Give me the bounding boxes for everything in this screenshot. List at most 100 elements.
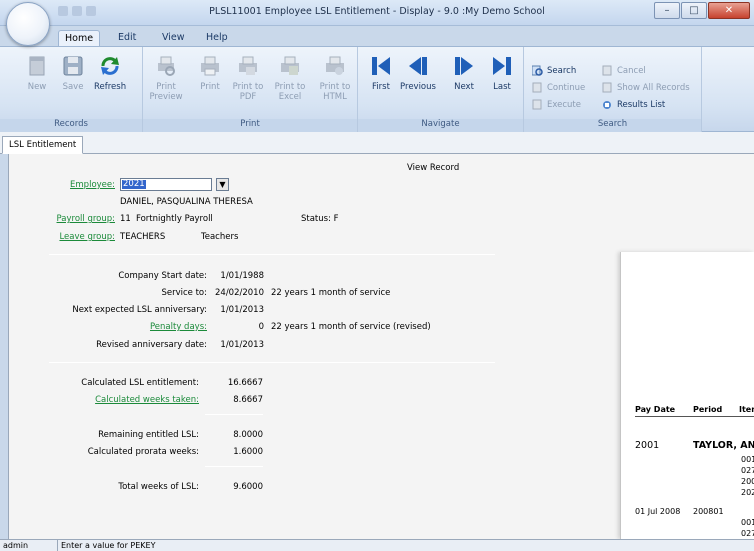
last-label: Last [493,82,511,92]
save-label: Save [62,82,84,92]
minimize-button[interactable]: – [654,2,680,19]
employee-name: DANIEL, PASQUALINA THERESA [120,197,253,207]
employee-label[interactable]: Employee: [29,180,115,190]
application-orb-button[interactable] [6,2,50,46]
employee-input-value: 2021 [122,179,146,189]
print-preview-icon [153,53,179,79]
penalty-days-label[interactable]: Penalty days: [19,322,207,332]
print-pdf-label: Print to PDF [232,82,264,102]
tab-help[interactable]: Help [200,30,234,46]
divider [49,362,495,363]
payroll-group-name: Fortnightly Payroll [136,214,213,224]
report-col-item: Iten [739,405,754,414]
search-group-label: Search [524,119,701,132]
previous-button[interactable]: Previous [400,53,436,92]
previous-record-icon [405,53,431,79]
next-button[interactable]: Next [450,53,478,92]
records-group: New Save Refresh Records [0,47,143,132]
report-code: 027 [741,529,754,538]
last-button[interactable]: Last [488,53,516,92]
tab-edit[interactable]: Edit [112,30,142,46]
print-pdf-button[interactable]: Print to PDF [231,53,265,102]
search-group: Search Continue Execute Cancel Show All … [524,47,702,132]
penalty-note: 22 years 1 month of service (revised) [271,322,431,332]
save-icon [60,53,86,79]
execute-label: Execute [547,99,581,110]
tab-lsl-entitlement[interactable]: LSL Entitlement [2,136,84,154]
pdf-icon [235,53,261,79]
records-group-label: Records [0,119,142,132]
show-all-records-button[interactable]: Show All Records [602,82,690,93]
refresh-label: Refresh [94,82,127,92]
divider [49,254,495,255]
print-group-label: Print [143,119,357,132]
service-to-label: Service to: [161,288,207,298]
report-code: 202 [741,488,754,497]
cancel-button[interactable]: Cancel [602,65,646,76]
next-label: Next [454,82,474,92]
report-emp-code: 2001 [635,440,660,451]
title-bar: PLSL11001 Employee LSL Entitlement - Dis… [0,0,754,26]
print-excel-button[interactable]: Print to Excel [271,53,309,102]
cancel-icon [602,65,613,76]
calc-entitlement-label: Calculated LSL entitlement: [81,378,199,388]
chevron-down-icon: ▼ [219,180,226,189]
execute-icon [532,99,543,110]
continue-icon [532,82,543,93]
next-record-icon [451,53,477,79]
close-button[interactable]: ✕ [708,2,750,19]
status-bar: admin Enter a value for PEKEY [0,539,754,551]
search-label: Search [547,65,577,76]
first-label: First [372,82,390,92]
report-code: 200 [741,477,754,486]
ribbon-tabs: Home Edit View Help [0,26,754,46]
record-mode-label: View Record [407,163,460,173]
remaining-lsl-value: 8.0000 [233,430,263,440]
print-excel-label: Print to Excel [274,82,306,102]
new-button[interactable]: New [24,53,50,92]
total-weeks-value: 9.6000 [233,482,263,492]
leave-group-label[interactable]: Leave group: [29,232,115,242]
first-record-icon [368,53,394,79]
report-col-period: Period [693,405,723,414]
calc-weeks-taken-value: 8.6667 [233,395,263,405]
payroll-group-label[interactable]: Payroll group: [29,214,115,224]
remaining-lsl-label: Remaining entitled LSL: [98,430,199,440]
new-icon [24,53,50,79]
prorata-weeks-value: 1.6000 [233,447,263,457]
refresh-button[interactable]: Refresh [94,53,126,92]
report-code: 001 [741,518,754,527]
report-code: 001 [741,455,754,464]
search-button[interactable]: Search [531,65,577,76]
print-button[interactable]: Print [195,53,225,92]
continue-button[interactable]: Continue [532,82,585,93]
calc-entitlement-value: 16.6667 [227,378,263,388]
excel-icon [277,53,303,79]
calc-weeks-taken-label[interactable]: Calculated weeks taken: [19,395,199,405]
results-list-button[interactable]: Results List [602,99,665,110]
report-header-rule [635,416,754,417]
print-preview-button[interactable]: Print Preview [147,53,185,102]
maximize-button[interactable]: □ [681,2,707,19]
status-field: Status: F [301,214,339,224]
employee-dropdown-button[interactable]: ▼ [216,178,229,191]
previous-label: Previous [400,82,436,92]
leave-group-code: TEACHERS [120,232,166,242]
employee-input[interactable]: 2021 [120,178,212,191]
results-list-icon [602,99,613,110]
first-button[interactable]: First [366,53,396,92]
new-label: New [27,82,47,92]
report-row-date: 01 Jul 2008 [635,507,681,516]
execute-button[interactable]: Execute [532,99,581,110]
tab-home[interactable]: Home [58,30,101,46]
revised-anniversary-value: 1/01/2013 [220,340,264,350]
print-html-button[interactable]: Print to HTML [315,53,355,102]
service-to-value: 24/02/2010 [215,288,264,298]
report-col-pay-date: Pay Date [635,405,676,414]
company-start-label: Company Start date: [118,271,207,281]
save-button[interactable]: Save [60,53,86,92]
tab-view[interactable]: View [156,30,191,46]
company-start-value: 1/01/1988 [220,271,264,281]
report-row-period: 200801 [693,507,724,516]
revised-anniversary-label: Revised anniversary date: [96,340,207,350]
